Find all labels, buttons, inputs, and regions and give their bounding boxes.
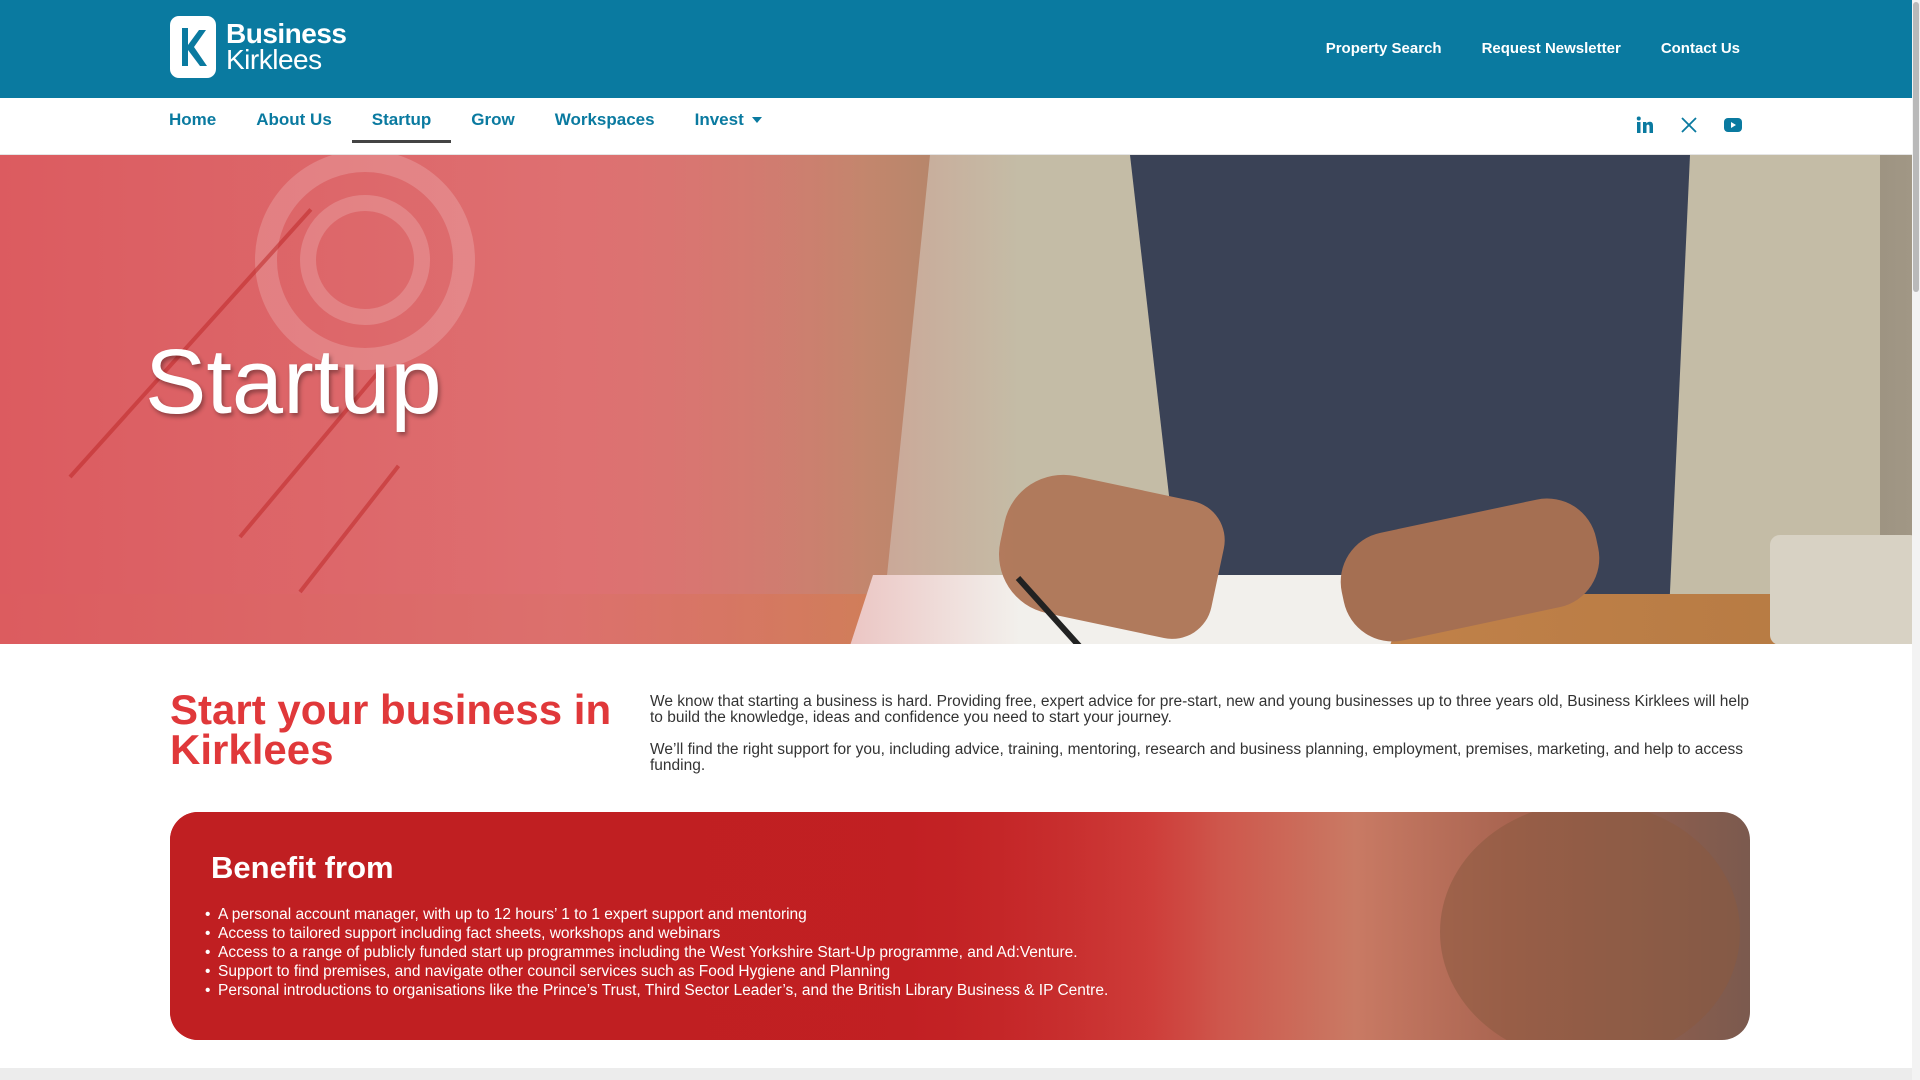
nav-invest[interactable]: Invest [675, 98, 782, 143]
property-search-link[interactable]: Property Search [1326, 40, 1442, 57]
hero-banner: Startup [0, 155, 1920, 644]
intro-paragraph: We know that starting a business is hard… [650, 693, 1750, 726]
page-scrollbar[interactable] [1912, 0, 1920, 1080]
benefit-title: Benefit from [211, 850, 394, 885]
nav-workspaces[interactable]: Workspaces [535, 98, 675, 143]
caret-down-icon [751, 117, 762, 123]
business-kirklees-logo[interactable]: Business Kirklees [170, 16, 347, 78]
nav-about-us-label: About Us [256, 110, 332, 129]
benefit-card: Benefit from A personal account manager,… [170, 812, 1750, 1040]
benefit-list: A personal account manager, with up to 1… [205, 905, 1108, 1000]
nav-invest-label: Invest [694, 110, 744, 129]
utility-links: Property Search Request Newsletter Conta… [1326, 40, 1740, 57]
footer-strip [0, 1068, 1920, 1080]
benefit-photo [1440, 812, 1740, 1040]
contact-us-link[interactable]: Contact Us [1661, 40, 1740, 57]
request-newsletter-link[interactable]: Request Newsletter [1482, 40, 1621, 57]
list-item: Personal introductions to organisations … [205, 981, 1108, 1000]
hero-title: Startup [145, 331, 442, 433]
nav-grow-label: Grow [471, 110, 515, 129]
social-links [1634, 114, 1744, 136]
list-item: A personal account manager, with up to 1… [205, 905, 1108, 924]
logo-line2: Kirklees [226, 44, 322, 75]
intro-heading: Start your business in Kirklees [170, 686, 612, 773]
top-header: Business Kirklees Property Search Reques… [0, 0, 1920, 98]
hero-photo-cup [1770, 535, 1920, 644]
nav-workspaces-label: Workspaces [554, 110, 655, 129]
list-item: Access to tailored support including fac… [205, 924, 1108, 943]
x-icon[interactable] [1678, 114, 1700, 136]
list-item: Access to a range of publicly funded sta… [205, 943, 1108, 962]
youtube-icon[interactable] [1722, 114, 1744, 136]
nav-startup-label: Startup [371, 110, 432, 129]
nav-home-label: Home [169, 110, 217, 129]
nav-home[interactable]: Home [168, 98, 236, 143]
nav-startup[interactable]: Startup [351, 98, 452, 143]
decorative-ring-inner [300, 195, 430, 325]
scrollbar-thumb[interactable] [1913, 2, 1919, 292]
logo-k-icon [170, 16, 216, 78]
intro-text: We know that starting a business is hard… [650, 694, 1750, 790]
intro-paragraph: We’ll find the right support for you, in… [650, 741, 1744, 774]
list-item: Support to find premises, and navigate o… [205, 962, 1108, 981]
linkedin-icon[interactable] [1634, 114, 1656, 136]
main-nav: Home About Us Startup Grow Workspaces In… [0, 98, 1920, 155]
nav-about-us[interactable]: About Us [236, 98, 352, 143]
nav-grow[interactable]: Grow [451, 98, 534, 143]
